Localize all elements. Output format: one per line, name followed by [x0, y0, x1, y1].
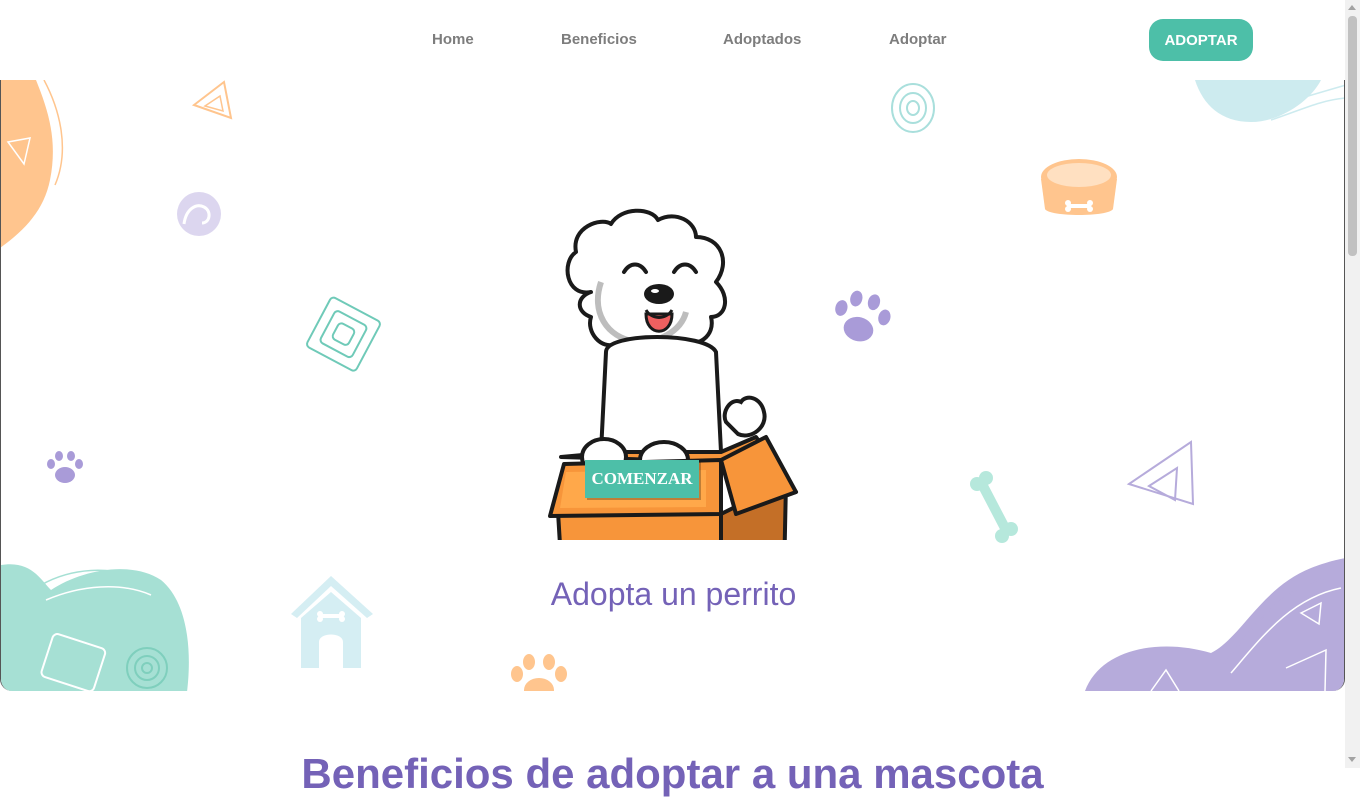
paw-icon — [511, 654, 567, 691]
hero-title: Adopta un perrito — [550, 576, 797, 612]
nav-link-adoptar[interactable]: Adoptar — [889, 31, 947, 48]
dog-bowl-icon — [1041, 159, 1117, 215]
spiral-doodle-icon — [891, 83, 935, 133]
bone-icon — [970, 471, 1018, 543]
nav-link-home[interactable]: Home — [432, 31, 474, 48]
top-nav: Home Beneficios Adoptados Adoptar ADOPTA… — [0, 0, 1345, 80]
nav-link-beneficios[interactable]: Beneficios — [561, 31, 637, 48]
square-spiral-doodle-icon — [306, 296, 381, 372]
adoptar-cta-button[interactable]: ADOPTAR — [1149, 19, 1253, 61]
triangle-doodle-icon — [191, 80, 233, 120]
blue-blob-decoration — [1195, 80, 1344, 122]
benefits-section-title: Beneficios de adoptar a una mascota — [301, 750, 1044, 797]
scroll-down-arrow-icon[interactable] — [1348, 757, 1356, 762]
triangle-doodle-icon — [1126, 440, 1195, 506]
paw-icon — [835, 290, 891, 342]
scrollbar-thumb[interactable] — [1348, 16, 1357, 256]
hero-section: COMENZAR Adopta un perrito — [0, 80, 1345, 691]
spiral-doodle-icon — [177, 192, 221, 236]
comenzar-button[interactable]: COMENZAR — [585, 460, 699, 498]
paw-icon — [47, 451, 83, 483]
scroll-up-arrow-icon[interactable] — [1348, 5, 1356, 10]
nav-link-adoptados[interactable]: Adoptados — [723, 31, 801, 48]
orange-blob-decoration — [1, 80, 64, 248]
page-scrollbar[interactable] — [1345, 0, 1360, 768]
